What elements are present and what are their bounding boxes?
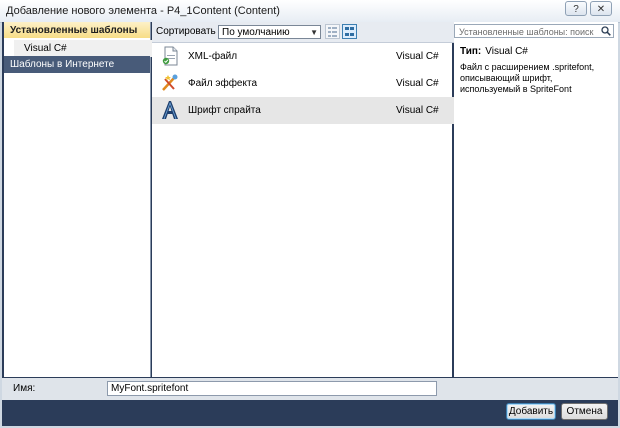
cancel-button[interactable]: Отмена: [561, 403, 608, 420]
details-view-button[interactable]: [342, 24, 357, 39]
templates-list-panel: Сортировать по: По умолчанию ▼ XML-файл …: [152, 22, 454, 377]
dialog-body: Установленные шаблоны Visual C# Шаблоны …: [2, 22, 618, 426]
template-language: Visual C#: [396, 105, 439, 116]
template-item-effect[interactable]: Файл эффекта Visual C#: [152, 70, 454, 97]
template-item-sprite-font[interactable]: Шрифт спрайта Visual C#: [152, 97, 454, 124]
template-description: Файл с расширением .spritefont, описываю…: [460, 62, 595, 94]
template-language: Visual C#: [396, 51, 439, 62]
template-search-input[interactable]: Установленные шаблоны: поиск: [454, 24, 614, 38]
template-item-xml[interactable]: XML-файл Visual C#: [152, 43, 454, 70]
close-button[interactable]: ✕: [590, 1, 612, 16]
sort-value: По умолчанию: [222, 27, 290, 38]
template-language: Visual C#: [396, 78, 439, 89]
name-row: Имя:: [2, 378, 618, 400]
list-view-icon: [328, 27, 337, 37]
installed-templates-header[interactable]: Установленные шаблоны: [4, 22, 150, 38]
category-visual-csharp[interactable]: Visual C#: [14, 40, 154, 57]
search-placeholder: Установленные шаблоны: поиск: [459, 27, 594, 37]
xml-file-icon: [162, 46, 178, 66]
details-view-icon: [345, 27, 354, 36]
template-type: Тип: Visual C#: [460, 46, 528, 57]
help-button[interactable]: ?: [565, 1, 587, 16]
add-button[interactable]: Добавить: [506, 403, 556, 420]
list-view-button[interactable]: [325, 24, 340, 39]
templates-toolbar: Сортировать по: По умолчанию ▼: [152, 22, 454, 43]
type-label: Тип:: [460, 46, 482, 57]
name-input[interactable]: [107, 381, 437, 396]
effect-file-icon: [162, 74, 178, 91]
title-bar: Добавление нового элемента - P4_1Content…: [0, 0, 620, 23]
templates-list: XML-файл Visual C# Файл эффекта Visual C…: [152, 43, 454, 124]
sprite-font-icon: [162, 101, 178, 120]
search-icon[interactable]: [601, 26, 611, 36]
chevron-down-icon: ▼: [310, 28, 318, 37]
name-label: Имя:: [13, 383, 36, 394]
add-new-item-dialog: Добавление нового элемента - P4_1Content…: [0, 0, 620, 428]
template-details-panel: Установленные шаблоны: поиск Тип: Visual …: [454, 22, 618, 377]
template-name: XML-файл: [188, 51, 238, 62]
template-categories-panel: Установленные шаблоны Visual C# Шаблоны …: [4, 22, 154, 377]
window-title: Добавление нового элемента - P4_1Content…: [6, 5, 280, 17]
online-templates-item[interactable]: Шаблоны в Интернете: [4, 56, 150, 73]
template-name: Шрифт спрайта: [188, 105, 261, 116]
type-value: Visual C#: [485, 46, 528, 57]
template-name: Файл эффекта: [188, 78, 257, 89]
sort-dropdown[interactable]: По умолчанию ▼: [218, 25, 321, 39]
